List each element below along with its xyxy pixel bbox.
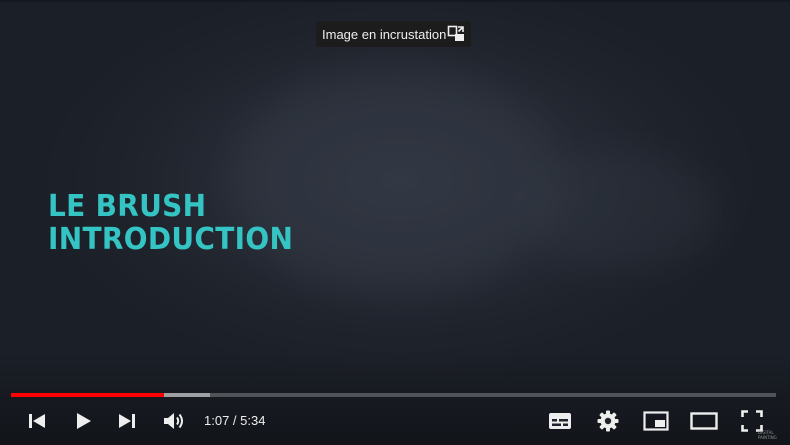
play-icon	[73, 411, 93, 431]
settings-icon	[597, 410, 619, 432]
video-title-line1: LE BRUSH	[48, 188, 207, 224]
progress-played	[11, 393, 164, 397]
top-edge	[0, 0, 790, 2]
video-title: LE BRUSH INTRODUCTION	[48, 188, 294, 257]
pip-tooltip-label: Image en incrustation	[322, 26, 447, 42]
background-texture	[520, 150, 720, 270]
theater-mode-button[interactable]	[688, 405, 720, 437]
play-button[interactable]	[67, 405, 99, 437]
next-icon	[117, 411, 137, 431]
video-player[interactable]: Image en incrustation LE BRUSH INTRODUCT…	[0, 0, 790, 445]
subtitles-icon	[548, 411, 572, 431]
subtitles-button[interactable]	[544, 405, 576, 437]
settings-button[interactable]	[592, 405, 624, 437]
previous-icon	[27, 411, 47, 431]
progress-bar[interactable]	[11, 393, 776, 397]
miniplayer-button[interactable]	[640, 405, 672, 437]
volume-icon	[162, 410, 186, 432]
time-display: 1:07 / 5:34	[204, 413, 266, 428]
background-texture	[230, 70, 560, 290]
watermark-line2: PAINTING	[758, 435, 777, 440]
volume-button[interactable]	[158, 405, 190, 437]
video-title-line2: INTRODUCTION	[48, 221, 294, 257]
theater-mode-icon	[690, 412, 718, 430]
channel-watermark: DIGITAL PAINTING	[758, 430, 786, 442]
pip-tooltip: Image en incrustation	[316, 21, 471, 47]
fullscreen-icon	[741, 410, 763, 432]
next-button[interactable]	[111, 405, 143, 437]
previous-button[interactable]	[21, 405, 53, 437]
exit-pip-icon	[447, 25, 465, 43]
miniplayer-icon	[643, 411, 669, 431]
